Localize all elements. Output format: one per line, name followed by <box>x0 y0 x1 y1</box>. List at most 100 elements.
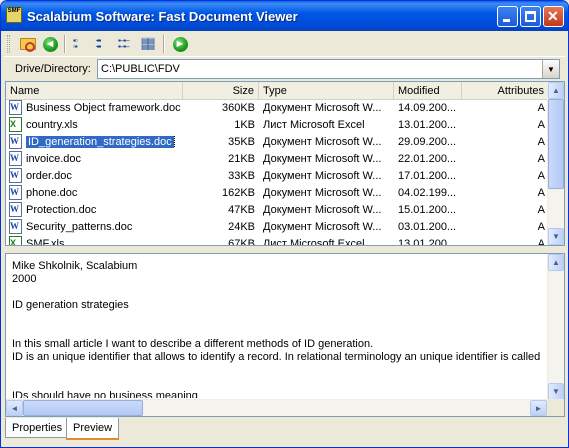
scroll-down-button[interactable]: ▼ <box>548 228 564 245</box>
scroll-left-button[interactable]: ◄ <box>6 400 23 416</box>
file-size: 162KB <box>221 187 255 199</box>
file-type: Документ Microsoft W... <box>263 221 382 233</box>
file-name[interactable]: SMF.xls <box>26 238 183 245</box>
open-folder-button[interactable] <box>18 34 38 54</box>
minimize-button[interactable] <box>497 6 518 27</box>
large-icons-view-button[interactable]: ▪▫ ▫▪ <box>70 34 90 54</box>
drive-directory-value[interactable]: C:\PUBLIC\FDV <box>101 63 180 75</box>
scroll-thumb[interactable] <box>23 400 143 416</box>
toolbar-grip[interactable] <box>7 35 10 53</box>
scroll-right-button[interactable]: ► <box>530 400 547 416</box>
file-name[interactable]: order.doc <box>26 170 183 182</box>
drive-directory-combo[interactable]: C:\PUBLIC\FDV ▼ <box>97 59 560 79</box>
file-name[interactable]: Security_patterns.doc <box>26 221 183 233</box>
preview-line <box>12 312 542 325</box>
main-window: SMF Scalabium Software: Fast Document Vi… <box>0 0 569 448</box>
scroll-up-icon: ▲ <box>552 258 560 267</box>
forward-button[interactable]: ► <box>170 34 190 54</box>
file-modified: 03.01.200... <box>398 221 457 233</box>
file-modified: 13.01.200... <box>398 238 457 246</box>
preview-horizontal-scrollbar[interactable]: ◄ ► <box>6 399 547 416</box>
app-icon-text: SMF <box>7 8 21 14</box>
table-row[interactable]: W ID_generation_strategies.doc 35KB Докумен… <box>6 134 549 151</box>
details-view-button[interactable]: ▤▤ ▤▤ <box>138 34 158 54</box>
back-button[interactable]: ◄ <box>40 34 60 54</box>
tab-preview[interactable]: Preview <box>66 418 120 440</box>
preview-text: Mike Shkolnik, Scalabium 2000 ID generatio… <box>12 260 542 398</box>
scroll-right-icon: ► <box>534 403 543 413</box>
file-type: Документ Microsoft W... <box>263 102 382 114</box>
preview-line: IDs should have no business meaning <box>12 390 198 398</box>
column-header-name[interactable]: Name <box>6 82 183 100</box>
word-file-icon: W <box>9 185 22 200</box>
preview-pane[interactable]: Mike Shkolnik, Scalabium 2000 ID generatio… <box>5 253 565 417</box>
details-view-icon: ▤▤ ▤▤ <box>141 36 155 51</box>
toolbar-separator <box>163 35 165 53</box>
table-row[interactable]: W Security_patterns.doc 24KB Документ Micro… <box>6 219 549 236</box>
column-header-type[interactable]: Type <box>259 82 394 100</box>
preview-vertical-scrollbar[interactable]: ▲ ▼ <box>547 254 564 400</box>
window-title: Scalabium Software: Fast Document Viewer <box>27 9 298 24</box>
close-button[interactable]: ✕ <box>543 6 564 27</box>
open-folder-icon <box>20 38 36 52</box>
table-row[interactable]: X SMF.xls 67KB Лист Microsoft Excel 13.01.20… <box>6 236 549 246</box>
file-name[interactable]: ID_generation_strategies.doc <box>26 136 183 148</box>
table-row[interactable]: W Protection.doc 47KB Документ Microsoft W.… <box>6 202 549 219</box>
file-list-header: Name Size Type Modified Attributes <box>6 82 549 100</box>
file-size: 47KB <box>228 204 255 216</box>
toolbar-separator <box>64 35 66 53</box>
file-modified: 15.01.200... <box>398 204 457 216</box>
drive-label: Drive/Directory: <box>15 63 91 75</box>
file-attributes: A <box>537 238 545 246</box>
table-row[interactable]: Xcountry.xls 1KB Лист Microsoft Excel 13.01… <box>6 117 549 134</box>
list-view-button[interactable]: ▪–▪– ▪–▪– <box>115 34 135 54</box>
file-attributes: A <box>537 102 545 114</box>
back-icon: ◄ <box>42 36 58 52</box>
scroll-up-button[interactable]: ▲ <box>548 82 564 99</box>
file-attributes: A <box>537 170 545 182</box>
small-icons-view-button[interactable]: ·▪▪ ·▪▪ <box>92 34 112 54</box>
file-name[interactable]: Business Object framework.doc <box>26 102 183 114</box>
dropdown-button[interactable]: ▼ <box>542 60 559 78</box>
title-bar[interactable]: SMF Scalabium Software: Fast Document Vi… <box>1 1 568 31</box>
file-name[interactable]: country.xls <box>26 119 183 131</box>
scroll-thumb[interactable] <box>548 99 564 189</box>
file-size: 33KB <box>228 170 255 182</box>
file-list[interactable]: Name Size Type Modified Attributes W Busi… <box>5 81 565 246</box>
preview-line: ID is an unique identifier that allows t… <box>12 351 542 363</box>
preview-line <box>12 364 542 377</box>
file-name[interactable]: invoice.doc <box>26 153 183 165</box>
file-name[interactable]: phone.doc <box>26 187 183 199</box>
file-attributes: A <box>537 221 545 233</box>
file-list-scrollbar[interactable]: ▲ ▼ <box>547 82 564 245</box>
scroll-down-icon: ▼ <box>552 232 560 241</box>
word-file-icon: W <box>9 219 22 234</box>
tab-properties[interactable]: Properties <box>5 418 70 438</box>
column-header-size[interactable]: Size <box>183 82 259 100</box>
file-attributes: A <box>537 187 545 199</box>
table-row[interactable]: Worder.doc 33KB Документ Microsoft W... 17.… <box>6 168 549 185</box>
file-name[interactable]: Protection.doc <box>26 204 183 216</box>
table-row[interactable]: W Business Object framework.doc 360KB Докум… <box>6 100 549 117</box>
minimize-icon <box>503 19 510 22</box>
column-header-attributes[interactable]: Attributes <box>462 82 549 100</box>
maximize-button[interactable] <box>520 6 541 27</box>
file-type: Лист Microsoft Excel <box>263 119 365 131</box>
word-file-icon: W <box>9 168 22 183</box>
file-type: Документ Microsoft W... <box>263 170 382 182</box>
scroll-up-button[interactable]: ▲ <box>548 254 564 271</box>
file-modified: 22.01.200... <box>398 153 457 165</box>
word-file-icon: W <box>9 151 22 166</box>
column-header-modified[interactable]: Modified <box>394 82 462 100</box>
scroll-down-button[interactable]: ▼ <box>548 383 564 400</box>
chevron-down-icon: ▼ <box>547 64 555 74</box>
file-size: 21KB <box>228 153 255 165</box>
tab-bar: Properties Preview <box>5 418 565 442</box>
table-row[interactable]: Wphone.doc 162KB Документ Microsoft W... 04… <box>6 185 549 202</box>
file-modified: 17.01.200... <box>398 170 457 182</box>
file-modified: 13.01.200... <box>398 119 457 131</box>
preview-line <box>12 377 542 390</box>
table-row[interactable]: Winvoice.doc 21KB Документ Microsoft W... 2… <box>6 151 549 168</box>
file-type: Документ Microsoft W... <box>263 136 382 148</box>
toolbar: ◄ ▪▫ ▫▪ ·▪▪ ·▪▪ ▪–▪– ▪–▪– ▤▤ ▤▤ ► <box>4 31 565 57</box>
